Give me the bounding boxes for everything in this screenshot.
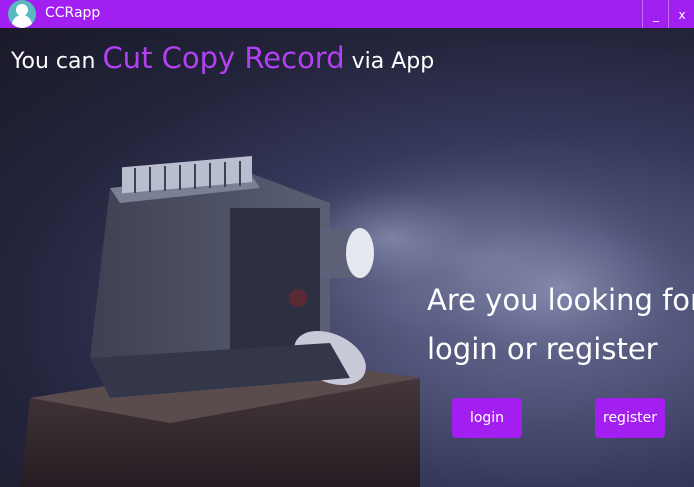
user-avatar-icon [8, 0, 36, 28]
headline-accent: Cut Copy Record [102, 41, 345, 75]
login-button[interactable]: login [452, 398, 522, 438]
register-button[interactable]: register [595, 398, 665, 438]
app-window: CCRapp _ x You can Cut Copy Record via A… [0, 0, 694, 487]
window-title: CCRapp [45, 5, 101, 21]
question-line-1: Are you looking for [427, 283, 694, 317]
close-icon[interactable]: x [670, 0, 694, 28]
titlebar-divider [668, 0, 669, 28]
question-line-2: login or register [427, 332, 658, 366]
minimize-icon[interactable]: _ [644, 0, 668, 28]
projector-background-image [0, 28, 694, 487]
headline-prefix: You can [11, 49, 96, 74]
projector-illustration [20, 148, 694, 487]
headline-suffix: via App [351, 49, 435, 74]
headline: You can Cut Copy Record via App [11, 41, 434, 75]
titlebar-divider [642, 0, 643, 28]
title-bar[interactable]: CCRapp _ x [0, 0, 694, 28]
